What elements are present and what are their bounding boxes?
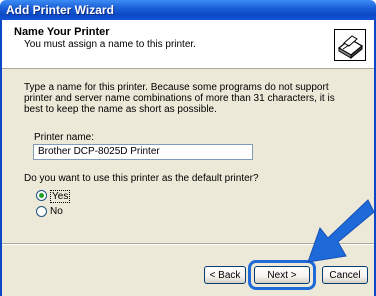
page-subtitle: You must assign a name to this printer.	[24, 39, 196, 50]
cancel-button[interactable]: Cancel	[322, 266, 368, 284]
back-button[interactable]: < Back	[204, 266, 246, 284]
radio-no-button[interactable]	[36, 206, 47, 217]
description-text: Type a name for this printer. Because so…	[24, 82, 335, 115]
radio-yes-label: Yes	[50, 190, 71, 203]
radio-yes-button[interactable]	[36, 190, 47, 201]
default-printer-question: Do you want to use this printer as the d…	[24, 173, 259, 184]
pointer-arrow-icon	[307, 199, 374, 263]
printer-name-input[interactable]: Brother DCP-8025D Printer	[33, 144, 253, 160]
radio-no-label: No	[50, 206, 63, 217]
wizard-header: Name Your Printer You must assign a name…	[2, 20, 374, 69]
title-bar[interactable]: Add Printer Wizard	[0, 0, 376, 20]
printer-name-label: Printer name:	[34, 132, 94, 143]
next-button-highlight	[248, 260, 316, 290]
radio-yes[interactable]: Yes	[36, 190, 96, 203]
page-title: Name Your Printer	[14, 26, 110, 38]
wizard-window: Name Your Printer You must assign a name…	[0, 20, 376, 296]
printer-wizard-icon	[334, 29, 366, 61]
window-title: Add Printer Wizard	[6, 3, 114, 17]
radio-no[interactable]: No	[36, 206, 96, 219]
printer-name-label-text: Printer name:	[34, 132, 95, 143]
